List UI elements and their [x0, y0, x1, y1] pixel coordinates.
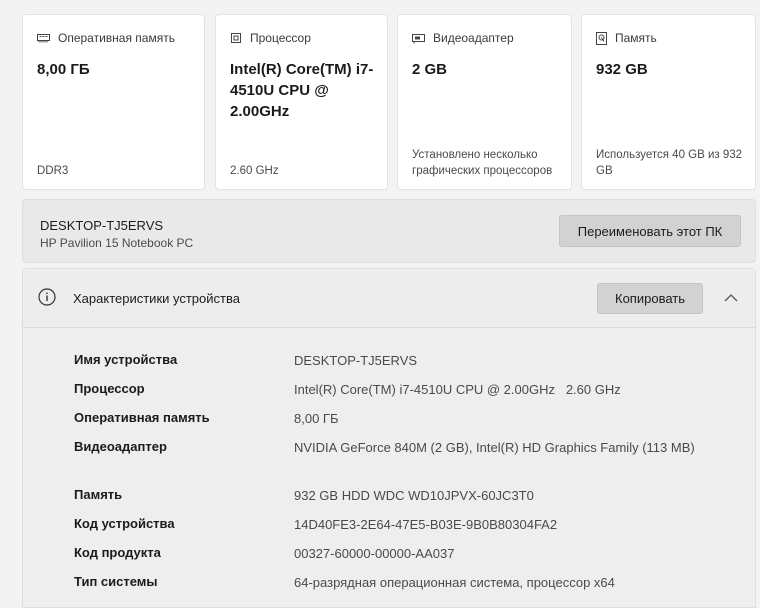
rename-pc-button[interactable]: Переименовать этот ПК: [559, 215, 741, 247]
spec-label: Видеоадаптер: [74, 439, 167, 454]
spec-label: Код продукта: [74, 545, 161, 560]
gpu-icon: [412, 33, 425, 44]
hardware-cards: Оперативная память 8,00 ГБ DDR3 Процессо…: [22, 14, 756, 192]
device-model: HP Pavilion 15 Notebook PC: [40, 236, 194, 250]
spec-value: 64-разрядная операционная система, проце…: [294, 575, 615, 590]
card-header: Видеоадаптер: [412, 31, 514, 45]
specs-header[interactable]: Характеристики устройства Копировать: [23, 269, 755, 328]
spec-value: 932 GB HDD WDC WD10JPVX-60JC3T0: [294, 488, 534, 503]
card-subtitle: Установлено несколько графических процес…: [412, 149, 553, 177]
spec-label: Процессор: [74, 381, 145, 396]
card-value: Intel(R) Core(TM) i7-4510U CPU @ 2.00GHz: [230, 61, 374, 120]
ram-icon: [37, 33, 50, 43]
spec-value: NVIDIA GeForce 840M (2 GB), Intel(R) HD …: [294, 440, 695, 455]
card-title: Видеоадаптер: [433, 31, 514, 45]
cpu-card: Процессор Intel(R) Core(TM) i7-4510U CPU…: [215, 14, 388, 190]
storage-card: Память 932 GB Используется 40 GB из 932 …: [581, 14, 756, 190]
spec-label: Тип системы: [74, 574, 158, 589]
device-specs-panel: Характеристики устройства Копировать Имя…: [22, 268, 756, 608]
card-title: Оперативная память: [58, 31, 175, 45]
card-subtitle: 2.60 GHz: [230, 165, 279, 177]
spec-value: 14D40FE3-2E64-47E5-B03E-9B0B80304FA2: [294, 517, 558, 532]
card-subtitle: Используется 40 GB из 932 GB: [596, 149, 743, 177]
card-value: 8,00 ГБ: [37, 61, 90, 78]
info-icon: [38, 288, 56, 311]
chevron-up-icon[interactable]: [723, 290, 739, 308]
spec-label: Код устройства: [74, 516, 175, 531]
storage-icon: [596, 31, 607, 45]
spec-label: Имя устройства: [74, 352, 178, 367]
ram-card: Оперативная память 8,00 ГБ DDR3: [22, 14, 205, 190]
card-title: Память: [615, 31, 657, 45]
cpu-icon: [230, 32, 242, 44]
device-name-bar: DESKTOP-TJ5ERVS HP Pavilion 15 Notebook …: [22, 199, 756, 263]
card-value: 932 GB: [596, 61, 648, 78]
spec-value: DESKTOP-TJ5ERVS: [294, 353, 418, 368]
card-header: Оперативная память: [37, 31, 175, 45]
card-subtitle: DDR3: [37, 165, 69, 177]
spec-value: 8,00 ГБ: [294, 411, 339, 426]
spec-label: Память: [74, 487, 123, 502]
device-name: DESKTOP-TJ5ERVS: [40, 218, 164, 233]
card-header: Процессор: [230, 31, 311, 45]
spec-label: Оперативная память: [74, 410, 210, 425]
card-title: Процессор: [250, 31, 311, 45]
gpu-card: Видеоадаптер 2 GB Установлено несколько …: [397, 14, 572, 190]
card-header: Память: [596, 31, 657, 45]
copy-button[interactable]: Копировать: [597, 283, 703, 314]
spec-value: Intel(R) Core(TM) i7-4510U CPU @ 2.00GHz…: [294, 382, 621, 397]
specs-title: Характеристики устройства: [73, 291, 240, 306]
card-value: 2 GB: [412, 61, 448, 78]
spec-value: 00327-60000-00000-AA037: [294, 546, 455, 561]
